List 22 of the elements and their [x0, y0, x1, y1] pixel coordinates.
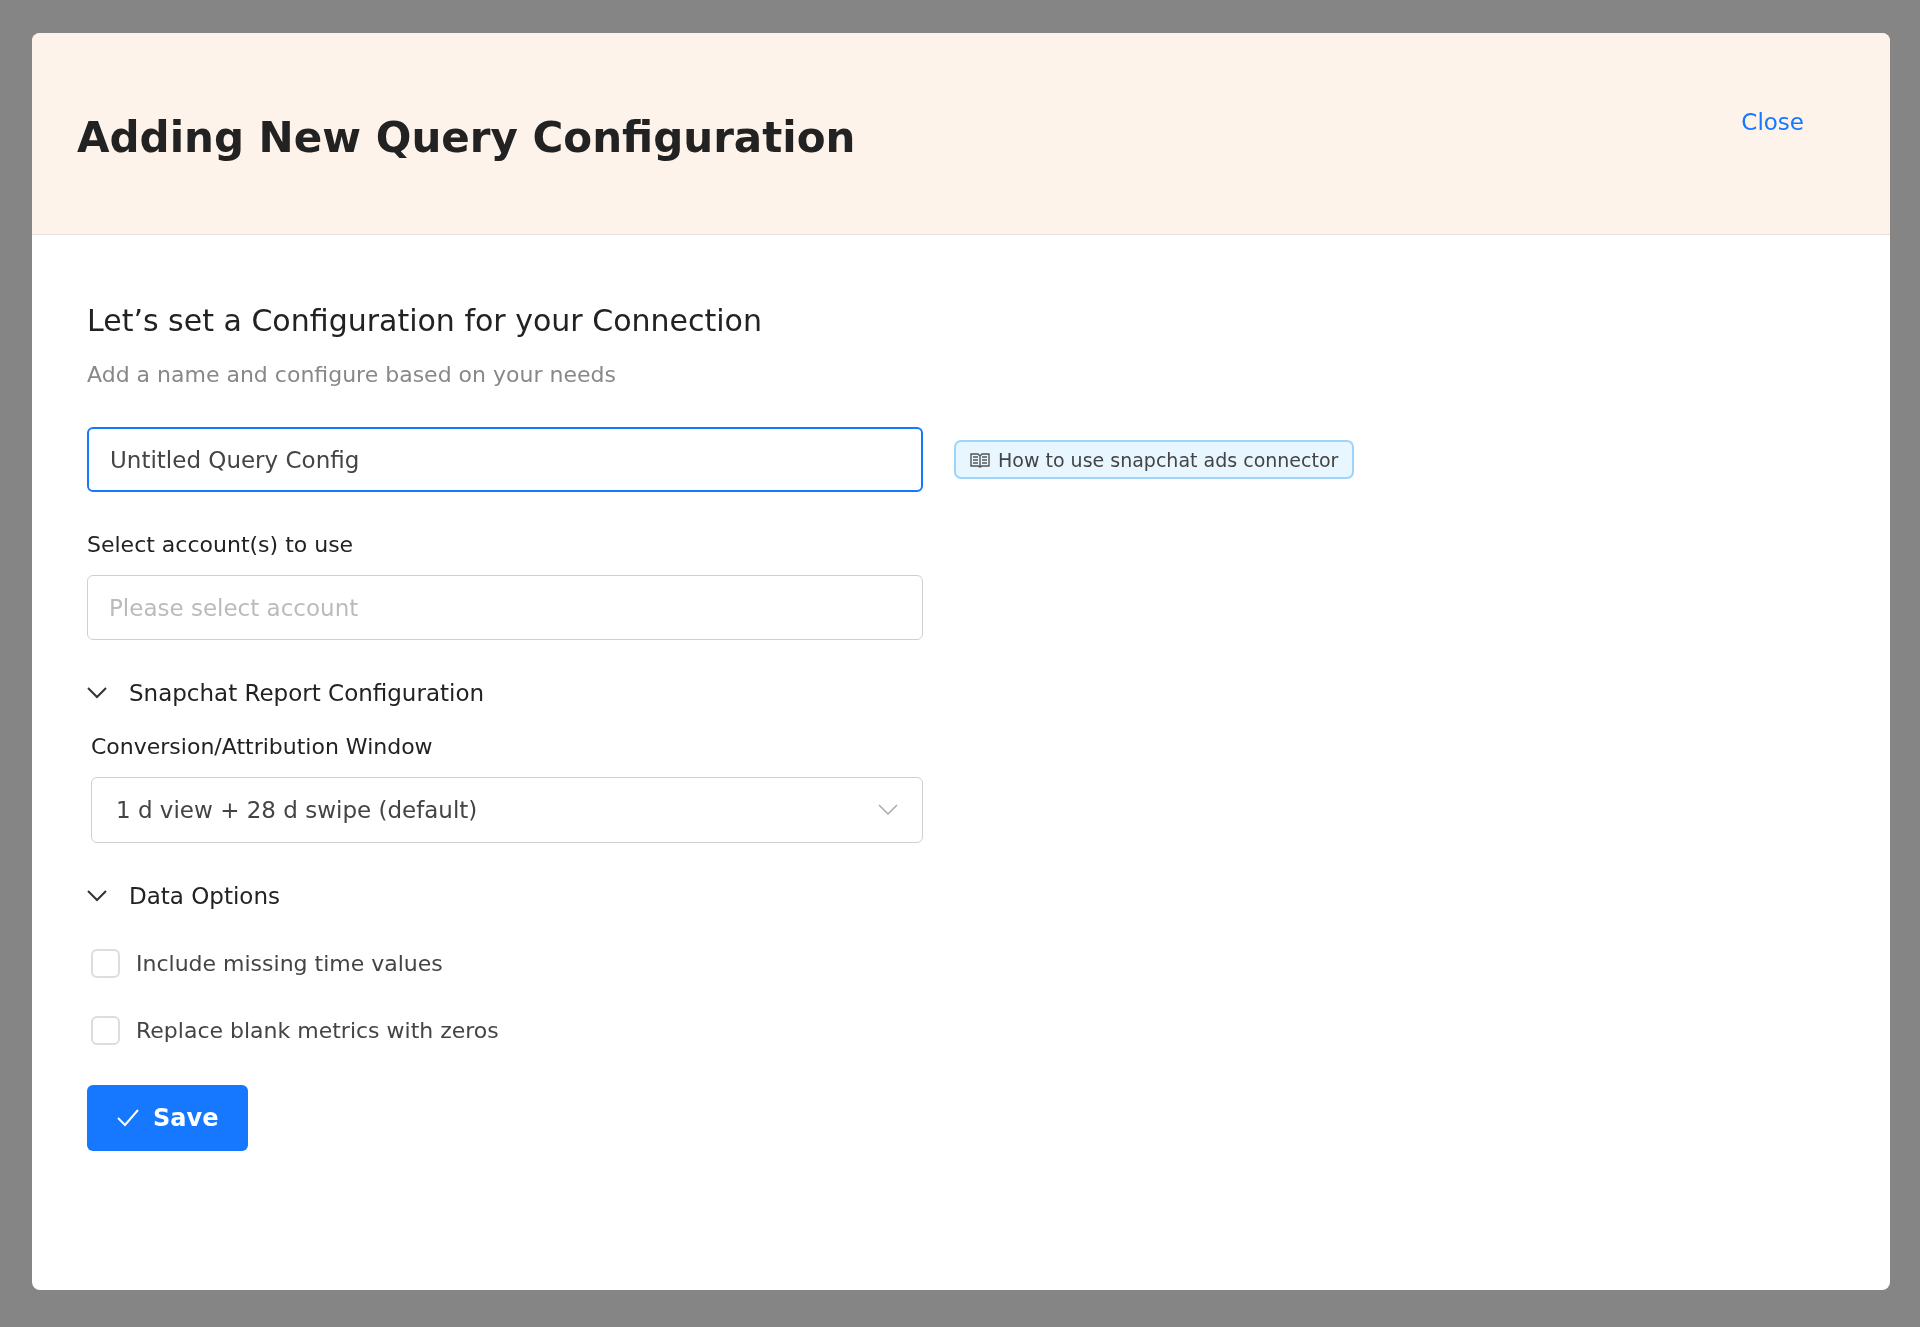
account-select[interactable]: Please select account	[87, 575, 923, 640]
section-toggle[interactable]: Snapchat Report Configuration	[87, 680, 485, 706]
section-toggle[interactable]: Data Options	[87, 883, 280, 909]
field-label: Select account(s) to use	[87, 532, 355, 557]
save-button[interactable]: Save	[87, 1085, 249, 1151]
chevron-down-icon	[878, 804, 898, 816]
checkbox-label: Include missing time values	[136, 951, 443, 976]
name-input[interactable]: Untitled Query Config	[87, 427, 923, 492]
attribution-window-dropdown[interactable]: 1 d view + 28 d swipe (default)	[91, 777, 923, 843]
close-link[interactable]: Close	[1741, 109, 1804, 135]
section-heading: Let’s set a Configuration for your Connection	[87, 303, 763, 338]
checkbox-label: Replace blank metrics with zeros	[136, 1018, 499, 1043]
book-icon	[970, 451, 990, 468]
dialog-title: Adding New Query Configuration	[77, 113, 856, 162]
checkbox[interactable]	[91, 949, 120, 978]
chevron-down-icon	[87, 687, 107, 699]
chevron-down-icon	[87, 890, 107, 902]
checkmark-icon	[117, 1109, 139, 1127]
subtitle: Add a name and configure based on your needs	[87, 362, 617, 387]
field-label: Conversion/Attribution Window	[91, 734, 434, 759]
help-link[interactable]: How to use snapchat ads connector	[954, 440, 1355, 479]
checkbox[interactable]	[91, 1016, 120, 1045]
